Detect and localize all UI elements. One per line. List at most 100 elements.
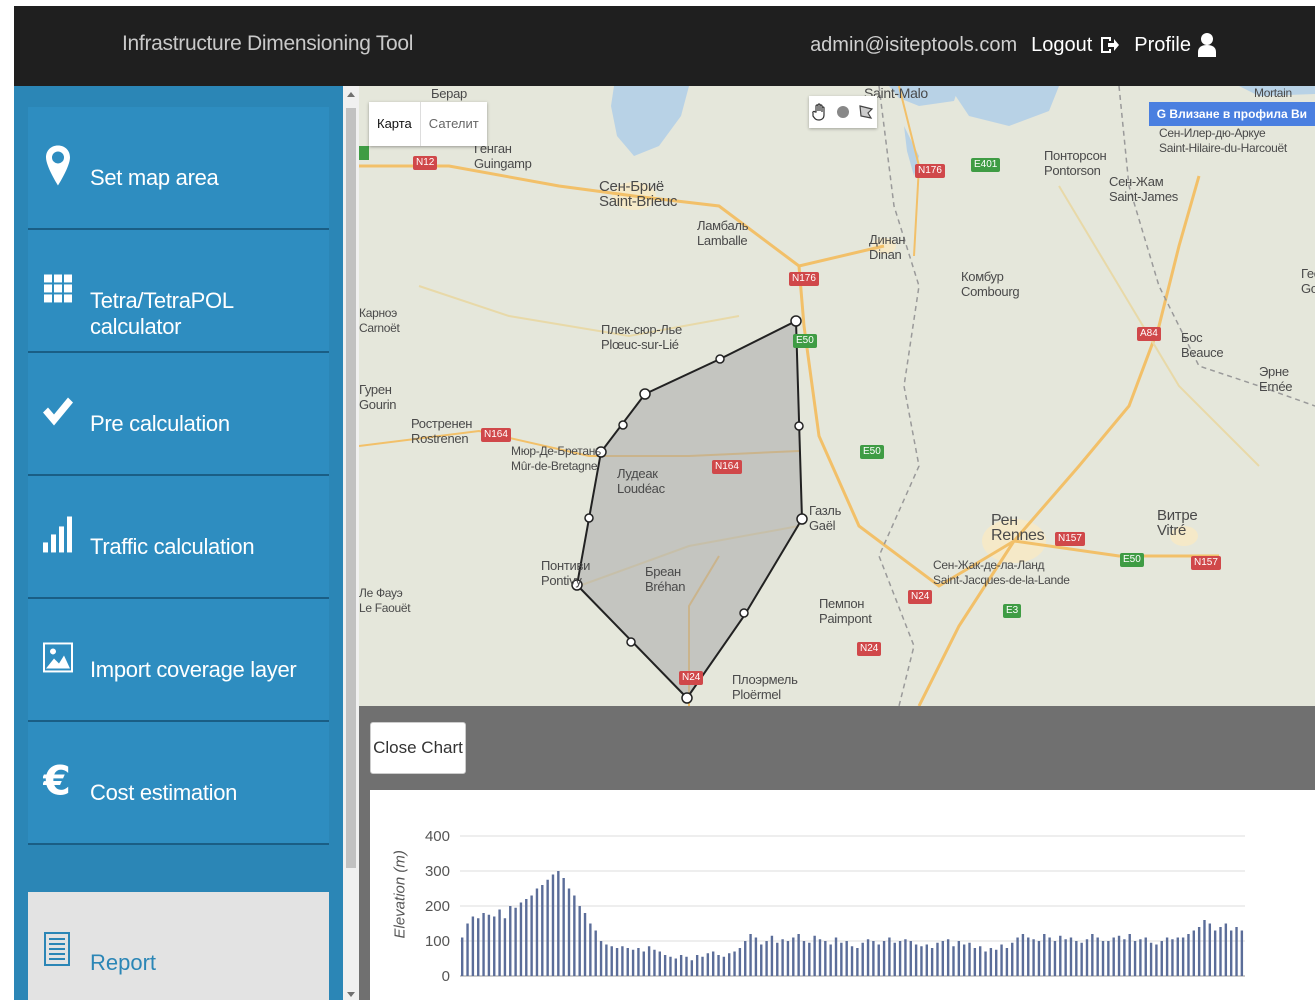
chart-bar: [893, 942, 896, 976]
sidebar-item-set-map-area[interactable]: Set map area: [28, 107, 329, 230]
map-label: Карноэ Carnoët: [359, 306, 400, 335]
chart-bar: [925, 944, 928, 976]
scroll-up-arrow[interactable]: [347, 92, 355, 97]
hand-pan-icon[interactable]: [811, 103, 829, 121]
chart-bar: [1107, 941, 1110, 976]
chart-bar: [594, 930, 597, 976]
chart-bar: [1112, 937, 1115, 976]
chart-bar: [663, 955, 667, 976]
chart-bar: [936, 942, 939, 976]
chart-bar: [1155, 944, 1158, 976]
elevation-chart-panel: Close Chart Elevation (m) 400 300 200 100 0: [359, 706, 1315, 1000]
chart-bar: [984, 951, 987, 976]
chart-bar: [941, 941, 945, 976]
profile-label: Profile: [1134, 33, 1191, 56]
chart-bar: [877, 944, 880, 976]
road-shield: N164: [481, 428, 511, 442]
chart-bar: [728, 953, 731, 976]
chart-bar: [834, 937, 838, 976]
profile-button[interactable]: Profile: [1134, 32, 1217, 58]
sidebar-item-import-coverage-layer[interactable]: Import coverage layer: [28, 599, 329, 722]
map-type-satellite-button[interactable]: Сателит: [419, 102, 487, 146]
svg-text:€: €: [43, 760, 71, 800]
chart-bar: [1011, 942, 1014, 976]
sidebar-item-label: Pre calculation: [90, 411, 230, 436]
chart-bar: [674, 958, 678, 976]
road-shield: E3: [1003, 604, 1022, 618]
chart-bar: [808, 942, 811, 976]
chart-bar: [1032, 939, 1035, 976]
map-label: Ле Фауэ Le Faouët: [359, 586, 411, 615]
map-label: Понторсон Pontorson: [1044, 148, 1107, 178]
map-view[interactable]: Генган Guingamp Сен-Бриё Saint-Brieuc Ламб…: [359, 86, 1315, 706]
chart-bar: [1021, 934, 1025, 976]
chart-bar: [909, 941, 912, 976]
circle-draw-icon[interactable]: [834, 103, 852, 121]
scroll-down-arrow[interactable]: [347, 992, 355, 997]
chart-bar: [466, 923, 469, 976]
chart-bar: [770, 935, 774, 976]
polygon-draw-icon[interactable]: [857, 103, 875, 121]
chart-bar: [711, 951, 715, 976]
vertical-scrollbar[interactable]: [343, 86, 359, 1000]
chart-bar: [786, 941, 790, 976]
chart-bar: [1053, 941, 1057, 976]
scrollbar-thumb[interactable]: [346, 108, 356, 868]
chart-y-tick-label: 100: [425, 933, 450, 950]
sidebar-item-pre-calculation[interactable]: Pre calculation: [28, 353, 329, 476]
chart-bar: [888, 937, 891, 976]
chart-bar: [605, 944, 608, 976]
chart-bar: [1000, 944, 1003, 976]
chart-bar: [1165, 937, 1169, 976]
map-marker-icon: [42, 144, 74, 185]
chart-bar: [904, 939, 907, 976]
chart-bar: [995, 949, 998, 976]
map-label: Газль Gaël: [809, 503, 842, 533]
sidebar-item-tetra-calculator[interactable]: Tetra/TetraPOL calculator: [28, 230, 329, 353]
chart-bar: [989, 948, 993, 976]
chart-bar: [914, 944, 918, 976]
road-shield: N176: [915, 164, 945, 178]
chart-bar: [658, 951, 661, 976]
chart-bar: [824, 941, 827, 976]
chart-bar: [952, 946, 955, 976]
chart-bar: [1005, 948, 1009, 976]
map-label: Берар: [431, 86, 467, 101]
map-label: Mortain: [1254, 86, 1292, 100]
road-shield: N157: [1055, 532, 1085, 546]
close-chart-button[interactable]: Close Chart: [370, 722, 466, 774]
chart-bar: [679, 955, 683, 976]
chart-bar: [621, 946, 624, 976]
sidebar-item-label: Tetra/TetraPOL calculator: [90, 288, 233, 339]
map-label: Пемпон Paimpont: [819, 596, 872, 626]
sidebar-item-cost-estimation[interactable]: € Cost estimation: [28, 722, 329, 845]
road-shield: N24: [857, 642, 882, 656]
chart-bar: [1048, 937, 1051, 976]
chart-bar: [1160, 941, 1163, 976]
chart-bar: [578, 906, 581, 976]
chart-bar: [1176, 937, 1179, 976]
chart-bar: [1192, 930, 1196, 976]
logout-button[interactable]: Logout: [1031, 34, 1120, 57]
road-shield: N176: [789, 272, 819, 286]
chart-bar: [493, 916, 496, 976]
chart-bar: [1059, 935, 1062, 976]
chart-bar: [776, 942, 779, 976]
chart-bar: [514, 907, 517, 976]
app-title[interactable]: Infrastructure Dimensioning Tool: [122, 32, 413, 56]
chart-bar: [1128, 934, 1131, 976]
road-shield: E50: [1120, 553, 1144, 567]
sidebar-item-report[interactable]: Report: [28, 892, 329, 1000]
road-shield: N164: [712, 460, 742, 474]
chart-bar: [503, 918, 507, 976]
map-label: Сен-Бриё Saint-Brieuc: [599, 178, 678, 210]
sidebar-item-traffic-calculation[interactable]: Traffic calculation: [28, 476, 329, 599]
map-label: Плоэрмель Ploërmel: [732, 672, 798, 702]
map-label: Бреан Bréhan: [645, 564, 686, 594]
google-signin-badge[interactable]: G Влизане в профила Ви: [1148, 102, 1315, 126]
map-label: Плек-сюр-Лье Plœuc-sur-Lié: [601, 322, 682, 352]
map-type-map-button[interactable]: Карта: [369, 102, 420, 146]
euro-icon: €: [42, 760, 74, 800]
chart-bar: [573, 895, 576, 976]
map-label: Лудеак Loudéac: [617, 466, 665, 496]
